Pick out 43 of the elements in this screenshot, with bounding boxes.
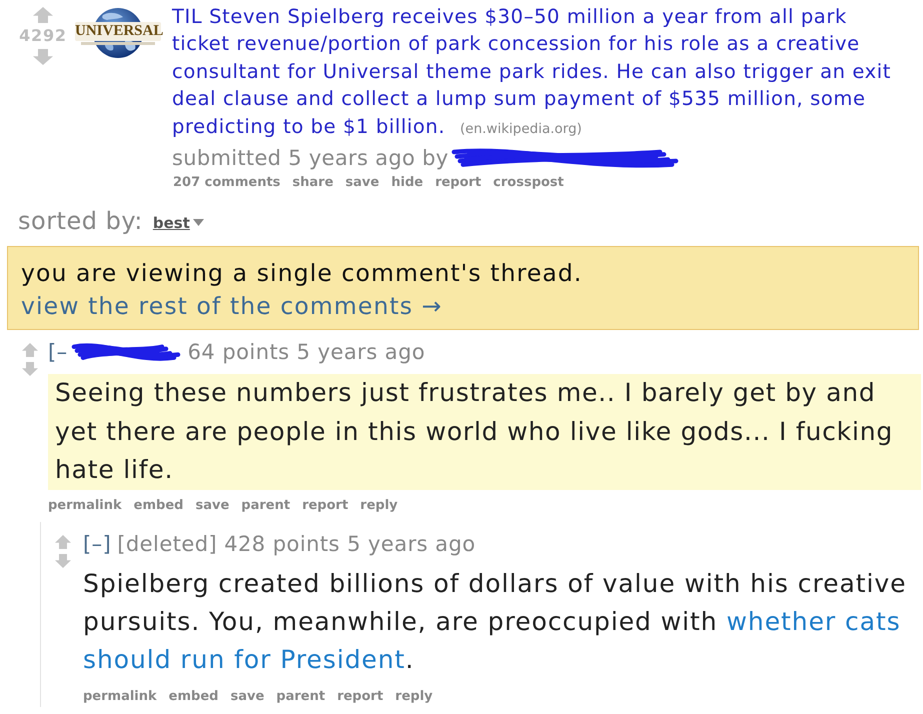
- comment-meta: 64 points 5 years ago: [188, 340, 426, 364]
- comment-meta: 428 points 5 years ago: [224, 532, 476, 556]
- action-link[interactable]: parent: [241, 496, 290, 516]
- caret-icon[interactable]: [192, 219, 204, 226]
- view-all-comments-link[interactable]: view the rest of the comments →: [21, 290, 442, 324]
- action-link[interactable]: save: [230, 687, 264, 708]
- action-link[interactable]: embed: [168, 687, 218, 708]
- inline-link[interactable]: should run for President: [83, 645, 406, 674]
- action-link[interactable]: report: [435, 173, 482, 194]
- action-link[interactable]: embed: [134, 496, 184, 516]
- comment-text: Seeing these numbers just frustrates me.. I barely get by and yet there are people in this world who live like gods... I fucking hate life.: [48, 374, 921, 490]
- vote-score: 4292: [19, 26, 67, 46]
- downvote-arrow-icon[interactable]: [33, 49, 53, 65]
- upvote-arrow-icon[interactable]: [33, 7, 53, 23]
- submission-info: submitted 5 years ago by: [172, 145, 448, 172]
- action-link[interactable]: save: [345, 173, 380, 194]
- action-link[interactable]: reply: [395, 687, 433, 708]
- notice-message: you are viewing a single comment's thread.: [21, 258, 584, 290]
- logo-text: UNIVERSAL: [75, 22, 161, 41]
- action-link[interactable]: report: [302, 496, 348, 516]
- inline-link[interactable]: whether cats: [726, 607, 901, 636]
- action-link[interactable]: permalink: [48, 496, 122, 516]
- action-link[interactable]: crosspost: [493, 173, 564, 194]
- collapse-toggle[interactable]: [–: [48, 340, 68, 364]
- comment-text: Spielberg created billions of dollars of value with his creative pursuits. You, meanwhile, are preoccupied with whether cats should run for President.: [83, 568, 908, 676]
- domain-link[interactable]: (en.wikipedia.org): [460, 120, 582, 137]
- upvote-arrow-icon[interactable]: [22, 343, 38, 358]
- action-link[interactable]: reply: [360, 496, 398, 516]
- action-link[interactable]: report: [337, 687, 384, 708]
- action-link[interactable]: save: [195, 496, 230, 516]
- sort-dropdown[interactable]: best: [152, 214, 190, 232]
- collapse-toggle[interactable]: [–]: [83, 532, 112, 556]
- action-link[interactable]: share: [292, 173, 334, 194]
- sort-label: sorted by:: [18, 207, 143, 236]
- post-title-link[interactable]: TIL Steven Spielberg receives $30–50 million a year from all park ticket revenue/portion of park concession for his role as a creative consultant for Universal theme park rides. He can also trigger an exit deal clause and collect a lump sum payment of $535 million, some predicting to be $1 billion. (en.wikipedia.org): [172, 3, 894, 144]
- action-link[interactable]: parent: [276, 687, 326, 708]
- author-name: [deleted]: [117, 532, 218, 556]
- action-link[interactable]: 207 comments: [173, 173, 280, 194]
- upvote-arrow-icon[interactable]: [55, 535, 71, 550]
- downvote-arrow-icon[interactable]: [22, 362, 38, 376]
- action-link[interactable]: permalink: [83, 687, 157, 708]
- action-link[interactable]: hide: [391, 173, 424, 194]
- downvote-arrow-icon[interactable]: [55, 554, 71, 568]
